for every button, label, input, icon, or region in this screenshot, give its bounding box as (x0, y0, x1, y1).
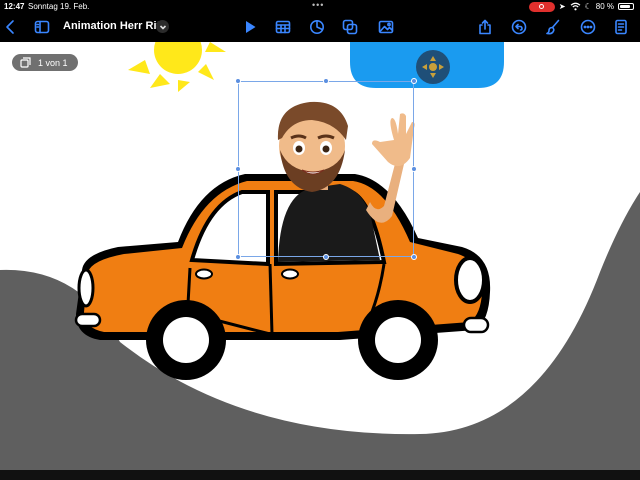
move-control-icon[interactable] (416, 50, 450, 84)
resize-handle-bottom-right[interactable] (411, 254, 417, 260)
battery-percent: 80 % (595, 1, 614, 11)
more-icon[interactable] (578, 17, 598, 37)
format-brush-icon[interactable] (543, 17, 563, 37)
chart-icon[interactable] (307, 17, 327, 37)
status-bar: 12:47 Sonntag 19. Feb. ••• ➤ ☾ 80 % (0, 0, 640, 13)
document-icon[interactable] (611, 17, 631, 37)
slide-counter-label: 1 von 1 (38, 57, 68, 68)
multitasking-dots-icon[interactable]: ••• (312, 0, 324, 10)
shapes-icon[interactable] (340, 17, 360, 37)
sidebar-icon[interactable] (32, 17, 52, 37)
play-icon[interactable] (240, 17, 260, 37)
slides-icon (20, 57, 31, 68)
share-icon[interactable] (475, 17, 495, 37)
media-icon[interactable] (376, 17, 396, 37)
back-chevron-icon[interactable] (1, 17, 21, 37)
toolbar: Animation Herr Ritt (0, 13, 640, 42)
slide-canvas[interactable]: 1 von 1 (0, 42, 640, 470)
title-chevron-icon[interactable] (156, 20, 169, 33)
battery-fill (620, 5, 630, 8)
sun-shape[interactable] (128, 42, 226, 92)
battery-icon (618, 3, 634, 10)
moon-icon: ☾ (584, 1, 592, 11)
slide-counter-button[interactable]: 1 von 1 (12, 54, 78, 71)
wifi-icon (570, 2, 580, 11)
status-date: Sonntag 19. Feb. (28, 2, 90, 11)
document-title[interactable]: Animation Herr Ritt (63, 20, 164, 32)
resize-handle-top-right[interactable] (411, 78, 417, 84)
resize-handle-top[interactable] (323, 78, 329, 84)
selection-frame[interactable] (238, 81, 414, 257)
status-time: 12:47 (4, 2, 25, 11)
screen-recording-icon[interactable] (528, 1, 555, 12)
location-icon: ➤ (558, 1, 566, 11)
undo-icon[interactable] (509, 17, 529, 37)
resize-handle-bottom-left[interactable] (235, 254, 241, 260)
resize-handle-right[interactable] (411, 166, 417, 172)
resize-handle-top-left[interactable] (235, 78, 241, 84)
resize-handle-bottom[interactable] (323, 254, 329, 260)
bottom-bar (0, 470, 640, 480)
resize-handle-left[interactable] (235, 166, 241, 172)
table-icon[interactable] (273, 17, 293, 37)
